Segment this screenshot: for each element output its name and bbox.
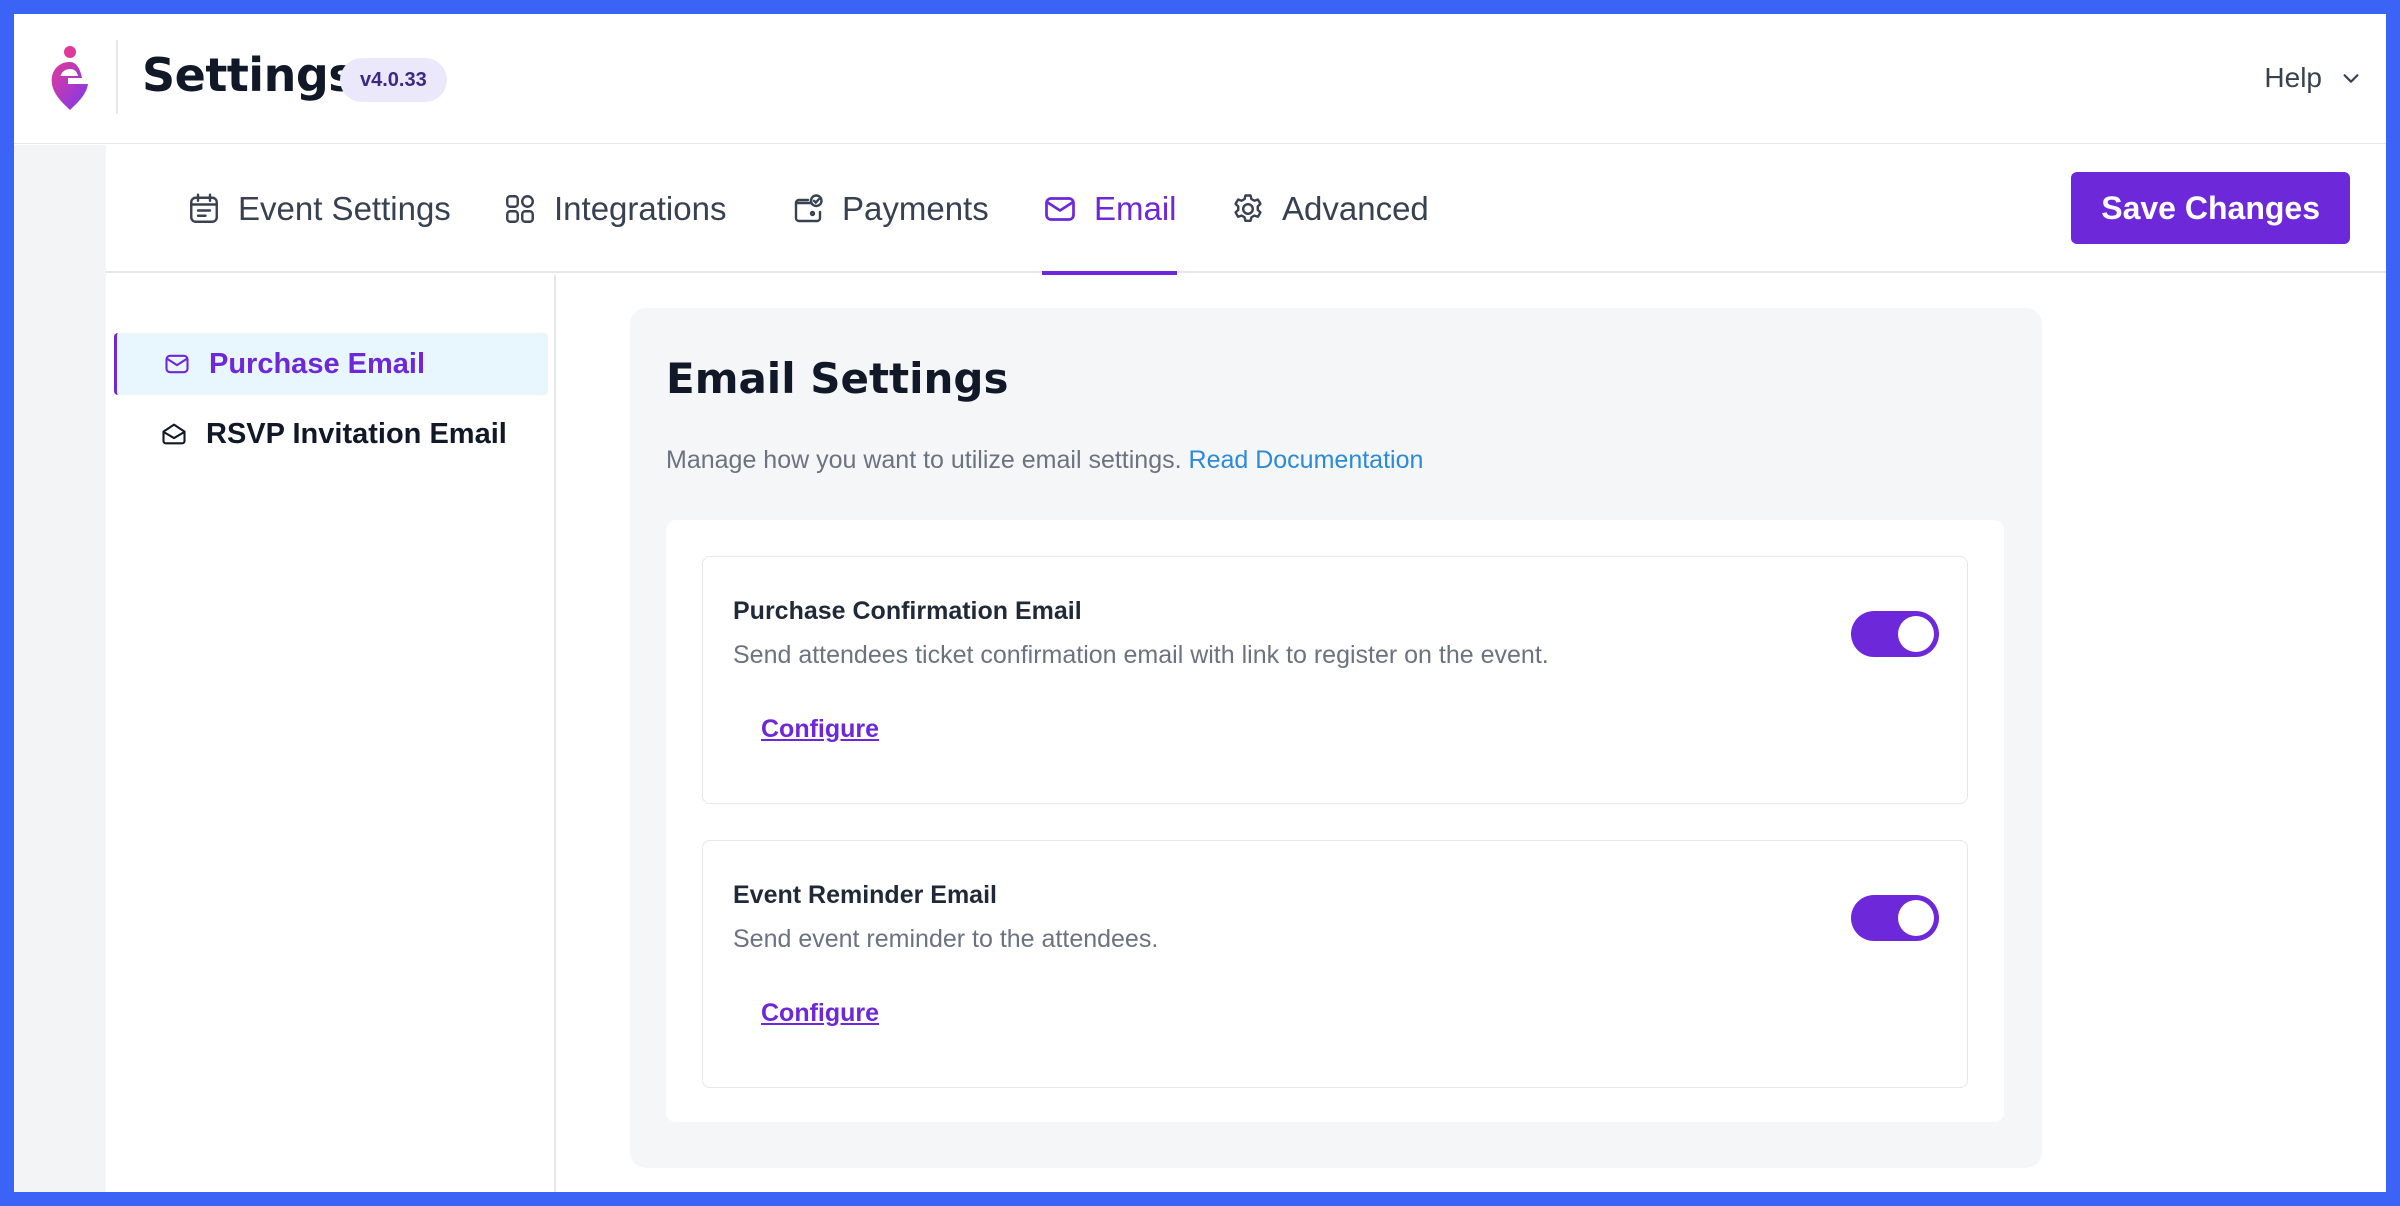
toggle-knob: [1898, 616, 1934, 652]
logo-icon: [51, 46, 88, 110]
settings-tabs: Event Settings Integrations Payments Ema…: [106, 145, 2386, 275]
save-changes-button[interactable]: Save Changes: [2071, 172, 2350, 244]
email-options-container: Purchase Confirmation Email Send attende…: [666, 520, 2004, 1122]
calendar-list-icon: [190, 193, 218, 223]
email-sidebar: Purchase Email RSVP Invitation Email: [106, 275, 556, 1192]
purchase-confirmation-toggle[interactable]: [1851, 611, 1939, 657]
read-documentation-link[interactable]: Read Documentation: [1189, 446, 1424, 474]
wallet-icon: [794, 194, 823, 223]
configure-link[interactable]: Configure: [761, 715, 879, 744]
help-label: Help: [2264, 62, 2322, 93]
page-title: Settings: [142, 48, 356, 102]
tab-label: Email: [1094, 190, 1177, 227]
purchase-confirmation-card: Purchase Confirmation Email Send attende…: [702, 556, 1968, 804]
tab-integrations[interactable]: Integrations: [502, 145, 726, 273]
sidebar-item-label: Purchase Email: [209, 347, 425, 380]
tab-label: Payments: [842, 190, 989, 227]
tab-email[interactable]: Email: [1042, 145, 1177, 275]
email-settings-panel: Email Settings Manage how you want to ut…: [630, 308, 2042, 1168]
toggle-knob: [1898, 900, 1934, 936]
sidebar-item-rsvp-invitation-email[interactable]: RSVP Invitation Email: [114, 403, 548, 465]
version-badge: v4.0.33: [340, 58, 447, 102]
envelope-icon: [165, 354, 189, 374]
sidebar-item-purchase-email[interactable]: Purchase Email: [114, 333, 548, 395]
event-reminder-card: Event Reminder Email Send event reminder…: [702, 840, 1968, 1088]
top-header: Settings v4.0.33 Help: [14, 14, 2386, 144]
sidebar-item-label: RSVP Invitation Email: [206, 417, 507, 450]
description-text: Manage how you want to utilize email set…: [666, 446, 1182, 474]
app-window: Settings v4.0.33 Help Event Settings Int…: [14, 14, 2386, 1192]
logo-divider: [116, 40, 118, 114]
card-title: Purchase Confirmation Email: [733, 597, 1082, 625]
card-description: Send attendees ticket confirmation email…: [733, 641, 1549, 669]
gear-icon: [1234, 194, 1262, 223]
left-gutter: [14, 145, 106, 1192]
card-title: Event Reminder Email: [733, 881, 997, 909]
section-description: Manage how you want to utilize email set…: [666, 446, 1423, 475]
tab-payments[interactable]: Payments: [790, 145, 989, 273]
envelope-icon: [1045, 197, 1075, 221]
tab-advanced[interactable]: Advanced: [1230, 145, 1429, 273]
configure-link[interactable]: Configure: [761, 999, 879, 1028]
grid-icon: [506, 195, 534, 223]
section-title: Email Settings: [666, 354, 1009, 403]
tab-label: Integrations: [554, 190, 727, 227]
envelope-open-icon: [162, 423, 186, 445]
tab-label: Event Settings: [238, 190, 451, 227]
tab-label: Advanced: [1282, 190, 1429, 227]
event-reminder-toggle[interactable]: [1851, 895, 1939, 941]
help-menu-button[interactable]: Help: [2264, 62, 2362, 94]
tab-event-settings[interactable]: Event Settings: [186, 145, 451, 273]
chevron-down-icon: [2343, 74, 2359, 83]
card-description: Send event reminder to the attendees.: [733, 925, 1159, 953]
